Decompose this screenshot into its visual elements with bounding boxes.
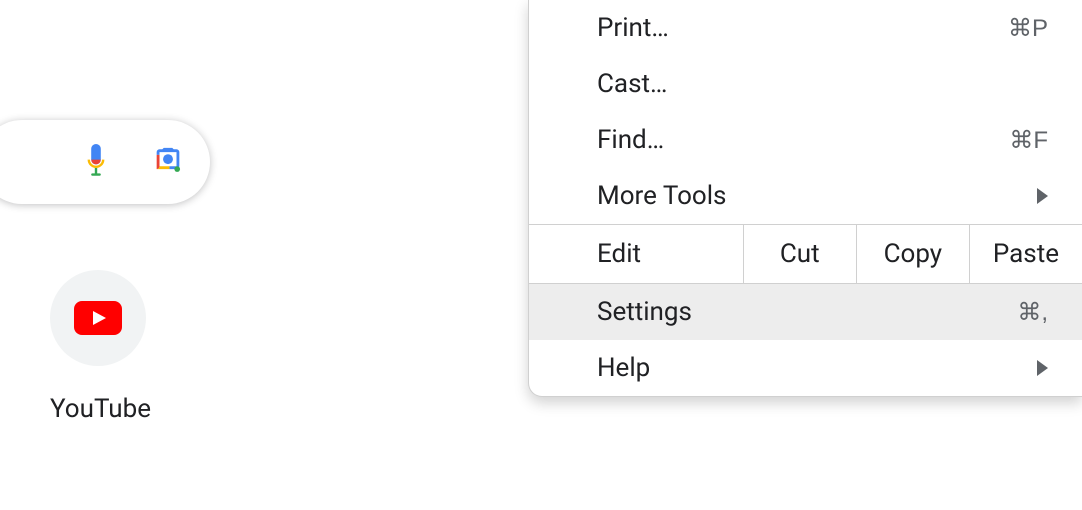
chevron-right-icon	[1037, 188, 1048, 204]
menu-item-settings[interactable]: Settings ⌘,	[529, 284, 1082, 340]
menu-edit-row: Edit Cut Copy Paste	[529, 224, 1082, 284]
shortcut-youtube[interactable]: YouTube	[50, 270, 146, 424]
lens-search-button[interactable]	[150, 144, 186, 180]
menu-item-print[interactable]: Print… ⌘P	[529, 0, 1082, 56]
shortcut-icon-circle	[50, 270, 146, 366]
menu-item-label: Find…	[597, 125, 664, 155]
menu-item-label: Cast…	[597, 69, 667, 99]
menu-item-label: More Tools	[597, 181, 726, 211]
youtube-icon	[74, 301, 122, 335]
menu-item-help[interactable]: Help	[529, 340, 1082, 396]
menu-item-shortcut: ⌘F	[1009, 126, 1048, 155]
camera-lens-icon	[151, 145, 185, 179]
menu-item-shortcut: ⌘,	[1017, 298, 1048, 327]
search-bar[interactable]	[0, 120, 210, 204]
menu-edit-label: Edit	[529, 225, 744, 283]
menu-item-shortcut: ⌘P	[1008, 14, 1048, 43]
menu-copy-button[interactable]: Copy	[857, 225, 970, 283]
microphone-icon	[81, 144, 111, 180]
menu-item-label: Settings	[597, 297, 692, 327]
shortcut-label: YouTube	[50, 394, 146, 424]
menu-item-find[interactable]: Find… ⌘F	[529, 112, 1082, 168]
menu-item-more-tools[interactable]: More Tools	[529, 168, 1082, 224]
chevron-right-icon	[1037, 360, 1048, 376]
menu-paste-button[interactable]: Paste	[970, 225, 1082, 283]
menu-item-label: Help	[597, 353, 650, 383]
menu-cut-button[interactable]: Cut	[744, 225, 857, 283]
chrome-main-menu: Print… ⌘P Cast… Find… ⌘F More Tools Edit…	[528, 0, 1082, 397]
menu-item-cast[interactable]: Cast…	[529, 56, 1082, 112]
voice-search-button[interactable]	[78, 144, 114, 180]
menu-item-label: Print…	[597, 13, 669, 43]
